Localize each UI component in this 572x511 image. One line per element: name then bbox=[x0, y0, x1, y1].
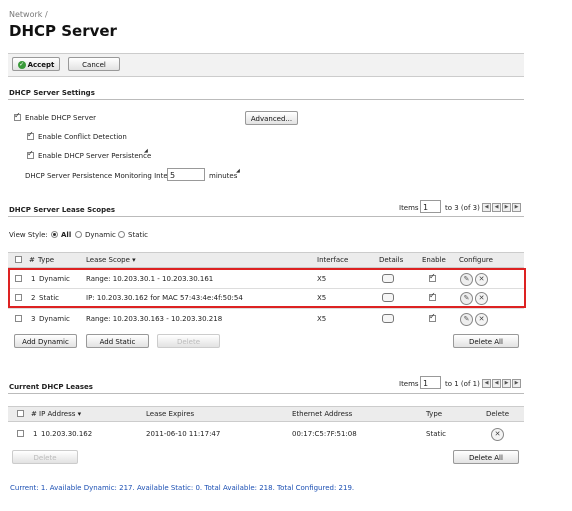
first-page-icon[interactable]: ◀ bbox=[482, 203, 491, 212]
action-bar: ✓ Accept Cancel bbox=[8, 53, 524, 77]
highlight-box bbox=[8, 268, 526, 308]
table-row: 1 10.203.30.162 2011-06-10 11:17:47 00:1… bbox=[8, 425, 524, 443]
scopes-heading: DHCP Server Lease Scopes bbox=[9, 206, 116, 214]
divider bbox=[8, 308, 524, 309]
settings-heading: DHCP Server Settings bbox=[9, 89, 95, 97]
divider bbox=[8, 216, 524, 217]
col-ip-address[interactable]: IP Address ▾ bbox=[39, 410, 81, 418]
col-num: # bbox=[31, 410, 37, 418]
row-num: 1 bbox=[33, 430, 38, 438]
enable-dhcp-checkbox[interactable] bbox=[14, 111, 21, 121]
delete-icon[interactable]: ✕ bbox=[491, 428, 504, 441]
divider bbox=[8, 99, 524, 100]
enable-dhcp-label: Enable DHCP Server bbox=[25, 114, 97, 122]
row-type: Dynamic bbox=[39, 315, 70, 323]
items-input[interactable]: 1 bbox=[420, 376, 441, 389]
col-interface: Interface bbox=[317, 256, 349, 264]
info-marker-icon: ◢ bbox=[144, 148, 148, 154]
cancel-button[interactable]: Cancel bbox=[68, 57, 120, 71]
col-type[interactable]: Type bbox=[38, 256, 54, 264]
view-style-label: View Style: bbox=[9, 231, 48, 239]
row-expires: 2011-06-10 11:17:47 bbox=[146, 430, 221, 438]
delete-lease-button[interactable]: Delete bbox=[12, 450, 78, 464]
leases-heading: Current DHCP Leases bbox=[9, 383, 93, 391]
row-scope: Range: 10.203.30.163 - 10.203.30.218 bbox=[86, 315, 223, 323]
view-all-label: All bbox=[61, 231, 72, 239]
delete-icon[interactable]: ✕ bbox=[475, 313, 488, 326]
col-enable: Enable bbox=[422, 256, 446, 264]
leases-table-header: # IP Address ▾ Lease Expires Ethernet Ad… bbox=[8, 406, 524, 422]
divider bbox=[8, 393, 524, 394]
col-ethernet-address: Ethernet Address bbox=[292, 410, 353, 418]
info-marker-icon: ◢ bbox=[236, 168, 240, 174]
pager: ◀ ◀ ▶ ▶ bbox=[482, 379, 521, 388]
interval-input[interactable]: 5 bbox=[167, 168, 205, 181]
delete-scope-button[interactable]: Delete bbox=[157, 334, 220, 348]
view-dynamic-radio[interactable] bbox=[75, 231, 82, 238]
interval-label: DHCP Server Persistence Monitoring Inter… bbox=[25, 172, 184, 180]
accept-button[interactable]: ✓ Accept bbox=[12, 57, 60, 71]
select-all-checkbox[interactable] bbox=[15, 256, 22, 263]
col-type: Type bbox=[426, 410, 443, 418]
prev-page-icon[interactable]: ◀ bbox=[492, 203, 501, 212]
row-type: Static bbox=[426, 430, 447, 438]
lease-status-summary: Current: 1. Available Dynamic: 217. Avai… bbox=[10, 484, 355, 492]
delete-all-leases-button[interactable]: Delete All bbox=[453, 450, 519, 464]
interval-unit: minutes bbox=[209, 172, 238, 180]
items-input[interactable]: 1 bbox=[420, 200, 441, 213]
next-page-icon[interactable]: ▶ bbox=[502, 203, 511, 212]
view-dynamic-label: Dynamic bbox=[85, 231, 116, 239]
col-delete: Delete bbox=[486, 410, 509, 418]
edit-icon[interactable]: ✎ bbox=[460, 313, 473, 326]
view-static-radio[interactable] bbox=[118, 231, 125, 238]
next-page-icon[interactable]: ▶ bbox=[502, 379, 511, 388]
items-label: Items bbox=[399, 204, 419, 212]
row-mac: 00:17:C5:7F:51:08 bbox=[292, 430, 357, 438]
items-label: Items bbox=[399, 380, 419, 388]
persistence-checkbox[interactable] bbox=[27, 149, 34, 159]
first-page-icon[interactable]: ◀ bbox=[482, 379, 491, 388]
delete-all-scopes-button[interactable]: Delete All bbox=[453, 334, 519, 348]
row-interface: X5 bbox=[317, 315, 327, 323]
col-configure: Configure bbox=[459, 256, 493, 264]
row-checkbox[interactable] bbox=[15, 315, 22, 322]
add-dynamic-button[interactable]: Add Dynamic bbox=[14, 334, 77, 348]
items-range: to 3 (of 3) bbox=[445, 204, 480, 212]
row-num: 3 bbox=[31, 315, 36, 323]
conflict-detection-label: Enable Conflict Detection bbox=[38, 133, 127, 141]
pager: ◀ ◀ ▶ ▶ bbox=[482, 203, 521, 212]
view-all-radio[interactable] bbox=[51, 231, 58, 238]
row-enable-checkbox[interactable] bbox=[429, 312, 436, 322]
table-row: 3 Dynamic Range: 10.203.30.163 - 10.203.… bbox=[8, 310, 524, 328]
row-checkbox[interactable] bbox=[17, 430, 24, 437]
prev-page-icon[interactable]: ◀ bbox=[492, 379, 501, 388]
col-lease-expires: Lease Expires bbox=[146, 410, 195, 418]
advanced-button[interactable]: Advanced... bbox=[245, 111, 298, 125]
add-static-button[interactable]: Add Static bbox=[86, 334, 149, 348]
scopes-table-header: # Type Lease Scope ▾ Interface Details E… bbox=[8, 252, 524, 268]
items-range: to 1 (of 1) bbox=[445, 380, 480, 388]
last-page-icon[interactable]: ▶ bbox=[512, 203, 521, 212]
persistence-label: Enable DHCP Server Persistence bbox=[38, 152, 152, 160]
page-title: DHCP Server bbox=[9, 22, 117, 40]
check-icon: ✓ bbox=[17, 61, 26, 69]
details-comment-icon[interactable] bbox=[382, 314, 394, 323]
last-page-icon[interactable]: ▶ bbox=[512, 379, 521, 388]
col-lease-scope[interactable]: Lease Scope ▾ bbox=[86, 256, 136, 264]
col-details: Details bbox=[379, 256, 404, 264]
row-ip: 10.203.30.162 bbox=[41, 430, 93, 438]
select-all-checkbox[interactable] bbox=[17, 410, 24, 417]
view-static-label: Static bbox=[128, 231, 149, 239]
conflict-detection-checkbox[interactable] bbox=[27, 130, 34, 140]
col-num: # bbox=[29, 256, 35, 264]
breadcrumb[interactable]: Network / bbox=[9, 10, 48, 19]
